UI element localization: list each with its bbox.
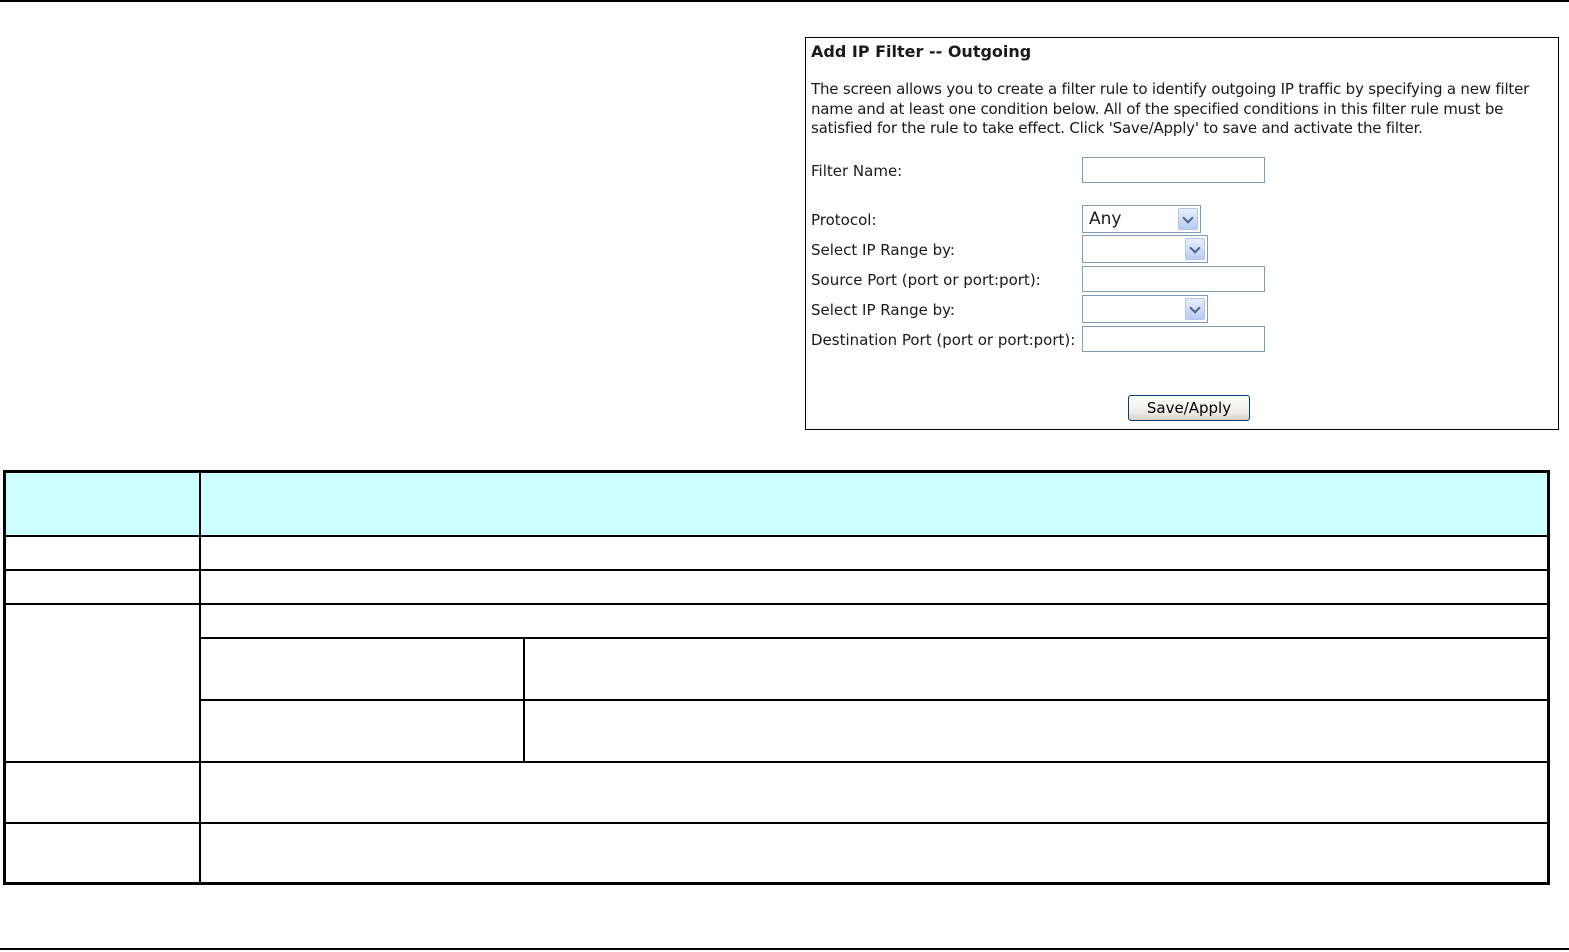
filter-name-input[interactable] — [1082, 157, 1265, 183]
table-header-row — [6, 473, 1547, 535]
panel-title: Add IP Filter -- Outgoing — [811, 42, 1032, 61]
panel-description: The screen allows you to create a filter… — [811, 80, 1530, 137]
table-row-divider — [6, 603, 1547, 605]
protocol-selected-value: Any — [1089, 209, 1122, 229]
bottom-rule — [0, 948, 1569, 950]
table-row-divider — [199, 637, 1547, 639]
table-row-divider — [6, 761, 1547, 763]
dest-ip-range-select[interactable] — [1082, 295, 1208, 323]
save-apply-button[interactable]: Save/Apply — [1128, 395, 1250, 421]
dest-port-label: Destination Port (port or port:port): — [811, 331, 1076, 349]
protocol-select[interactable]: Any — [1082, 205, 1201, 233]
table-row-divider — [6, 822, 1547, 824]
chevron-down-icon[interactable] — [1178, 208, 1198, 230]
table-row-divider — [199, 699, 1547, 701]
dest-port-input[interactable] — [1082, 326, 1265, 352]
chevron-down-icon[interactable] — [1185, 238, 1205, 260]
description-table — [3, 470, 1550, 885]
filter-name-label: Filter Name: — [811, 162, 903, 180]
top-rule — [0, 0, 1569, 2]
source-ip-range-label: Select IP Range by: — [811, 241, 955, 259]
source-port-label: Source Port (port or port:port): — [811, 271, 1041, 289]
chevron-down-icon[interactable] — [1185, 298, 1205, 320]
source-port-input[interactable] — [1082, 266, 1265, 292]
protocol-label: Protocol: — [811, 211, 877, 229]
add-ip-filter-panel: Add IP Filter -- Outgoing The screen all… — [805, 37, 1559, 430]
dest-ip-range-label: Select IP Range by: — [811, 301, 955, 319]
table-row-divider — [6, 535, 1547, 537]
table-row-divider — [6, 569, 1547, 571]
source-ip-range-select[interactable] — [1082, 235, 1208, 263]
